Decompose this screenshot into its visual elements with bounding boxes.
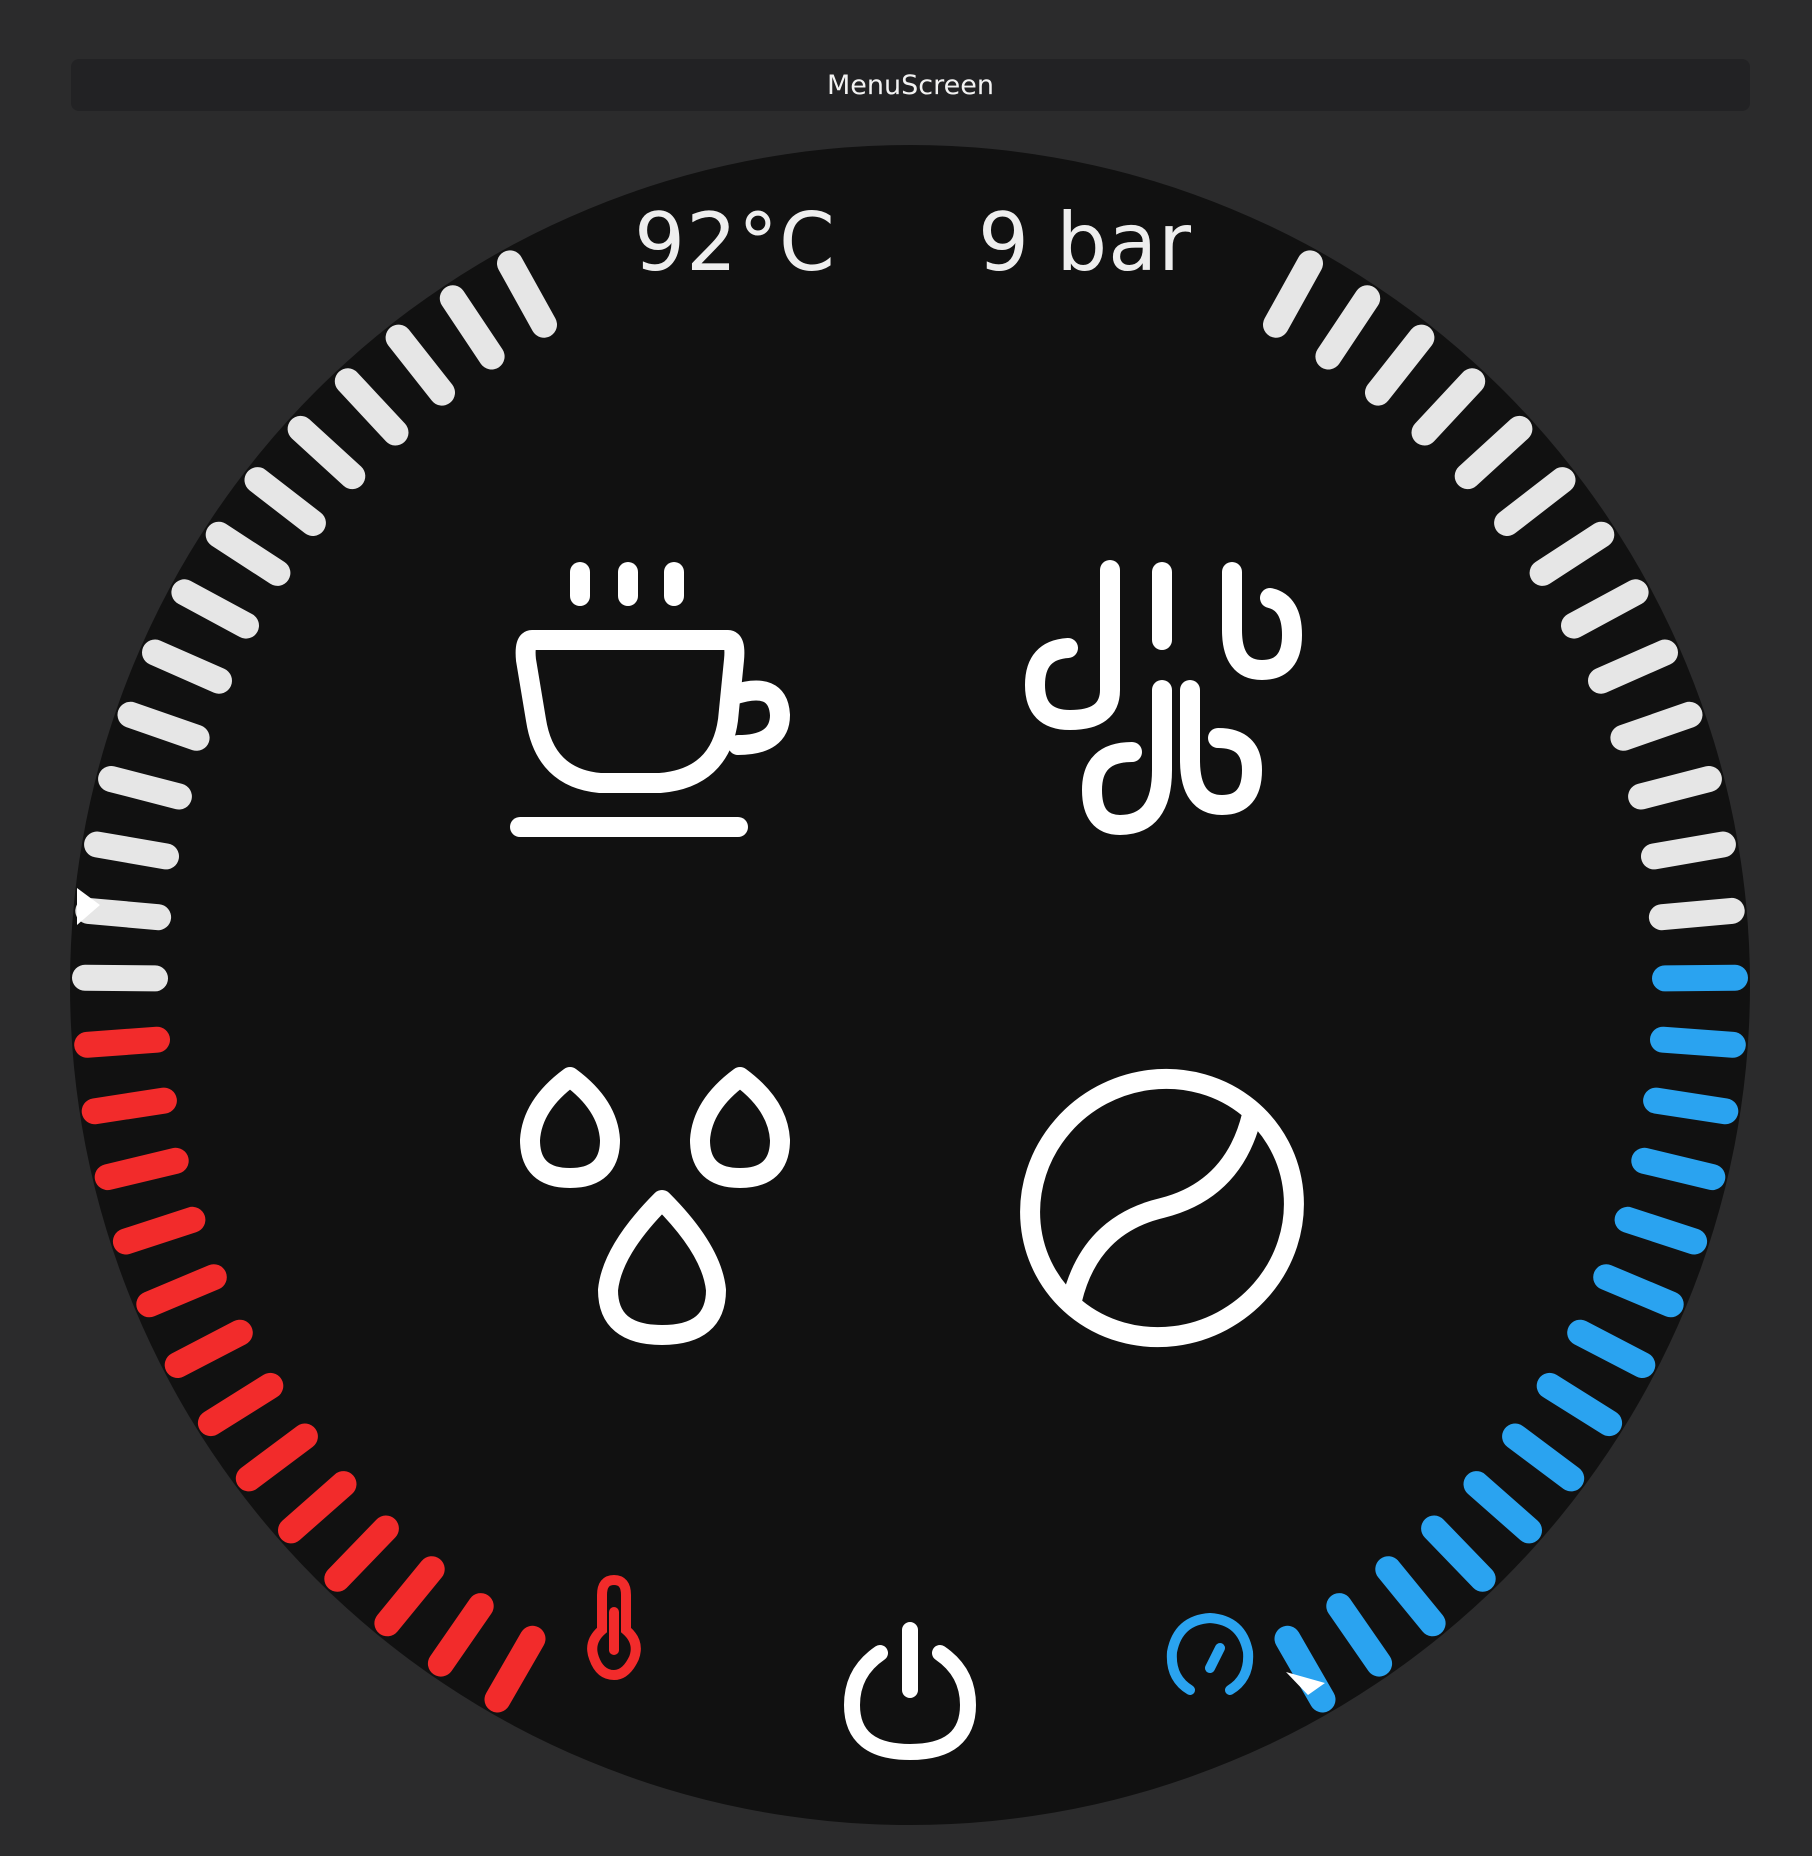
pressure-gauge-tick — [1648, 897, 1745, 931]
pressure-gauge-tick — [1631, 1147, 1726, 1191]
steam-button[interactable] — [1010, 540, 1310, 850]
pressure-gauge-tick — [1643, 1087, 1739, 1125]
temperature-gauge-tick — [84, 831, 179, 870]
temperature-readout: 92°C — [634, 196, 836, 289]
temperature-gauge-tick — [81, 1087, 177, 1125]
temperature-gauge-tick — [72, 964, 168, 992]
temperature-gauge-tick — [98, 766, 192, 810]
dial-face — [70, 145, 1750, 1825]
pressure-gauge-tick — [1628, 766, 1722, 810]
pressure-gauge-tick — [1652, 964, 1748, 992]
power-button[interactable] — [835, 1615, 985, 1765]
pressure-gauge-tick — [1641, 831, 1736, 870]
temperature-gauge-tick — [74, 1026, 170, 1058]
hot-water-button[interactable] — [500, 1060, 800, 1360]
espresso-button[interactable] — [500, 540, 800, 850]
temperature-gauge-tick — [94, 1147, 189, 1191]
menu-screen: 92°C 9 bar — [70, 145, 1750, 1825]
grind-button[interactable] — [984, 1033, 1339, 1384]
pressure-readout: 9 bar — [978, 196, 1192, 289]
temperature-gauge-tick — [75, 897, 172, 931]
pressure-gauge-tick — [1650, 1026, 1746, 1058]
